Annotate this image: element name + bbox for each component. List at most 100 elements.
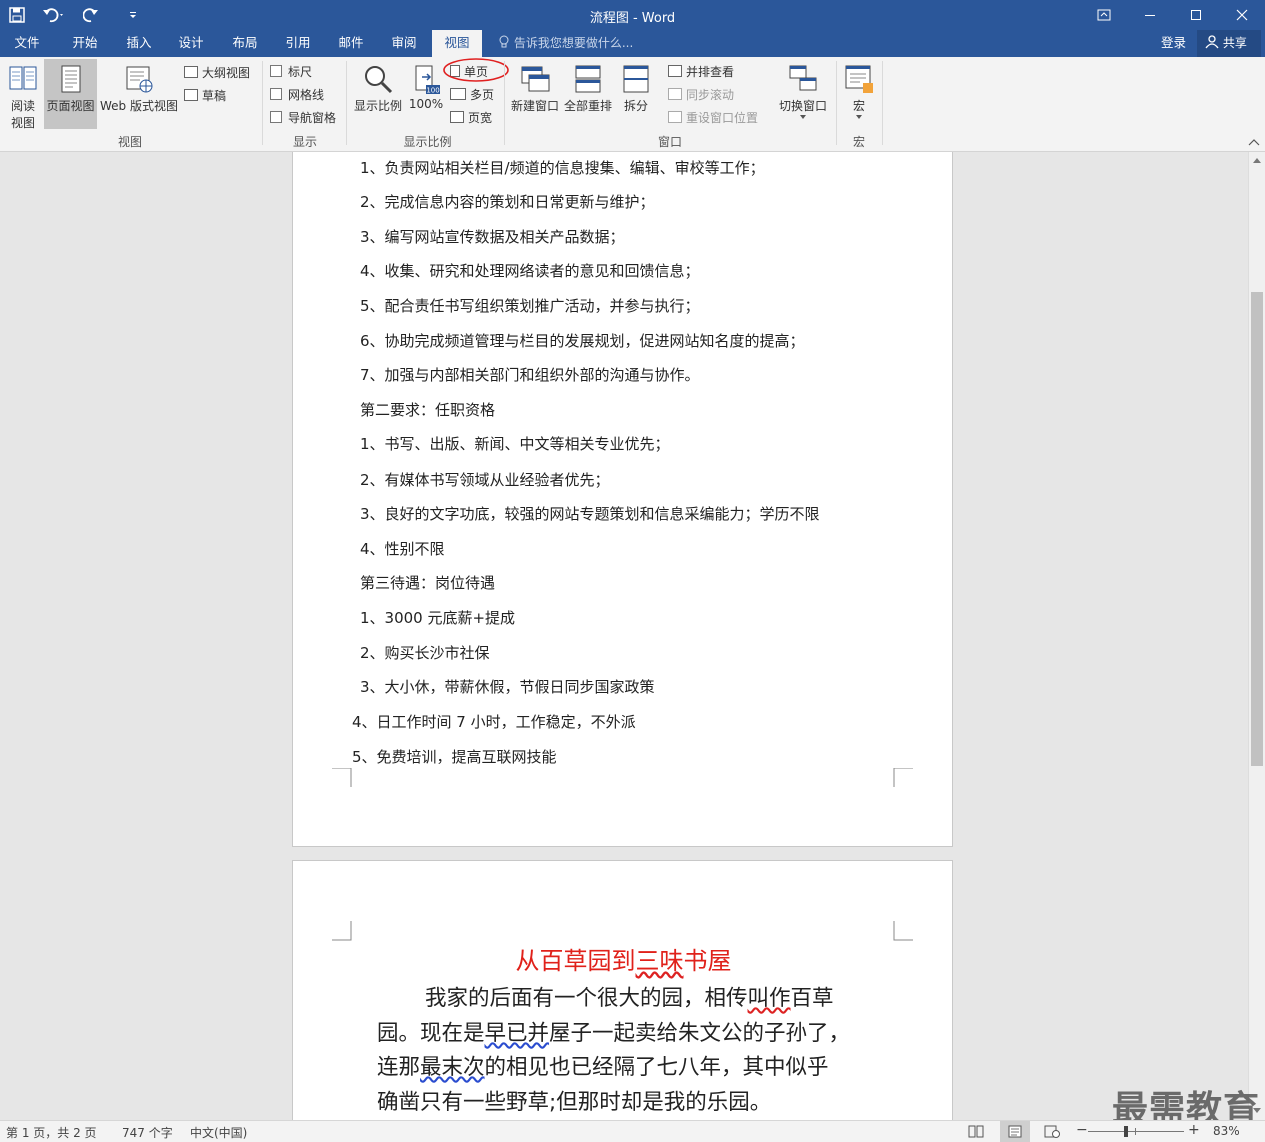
ribbon-display-button[interactable] bbox=[1081, 0, 1127, 30]
window-title: 流程图 - Word bbox=[589, 11, 676, 26]
minimize-icon bbox=[1145, 15, 1155, 16]
zoom-100-label: 100% bbox=[408, 97, 444, 111]
reset-position-label: 重设窗口位置 bbox=[686, 110, 759, 125]
body-line: 3、良好的文字功底，较强的网站专题策划和信息采编能力；学历不限 bbox=[360, 505, 820, 523]
zoom-slider[interactable] bbox=[1088, 1131, 1184, 1132]
nav-pane-checkbox[interactable]: 导航窗格 bbox=[270, 108, 336, 126]
arrange-all-button[interactable]: 全部重排 bbox=[562, 63, 614, 114]
vertical-scrollbar[interactable] bbox=[1248, 152, 1265, 1120]
close-icon bbox=[1236, 9, 1248, 21]
sync-scroll-label: 同步滚动 bbox=[686, 87, 735, 102]
sync-scroll-button[interactable]: 同步滚动 bbox=[668, 85, 734, 103]
share-label: 共享 bbox=[1222, 36, 1247, 50]
body-line: 2、有媒体书写领域从业经验者优先； bbox=[360, 471, 610, 489]
zoom-100-button[interactable]: 100 100% bbox=[406, 63, 446, 111]
page-count[interactable]: 第 1 页，共 2 页 bbox=[6, 1124, 97, 1141]
print-layout-label: 页面视图 bbox=[46, 99, 95, 113]
split-label: 拆分 bbox=[623, 99, 648, 113]
macros-button[interactable]: 宏 bbox=[842, 63, 876, 120]
person-icon bbox=[1205, 35, 1219, 49]
page-1: 1、负责网站相关栏目/频道的信息搜集、编辑、审校等工作； 2、完成信息内容的策划和… bbox=[292, 152, 953, 847]
close-button[interactable] bbox=[1219, 0, 1265, 30]
save-button[interactable] bbox=[0, 0, 34, 30]
zoom-slider-thumb[interactable] bbox=[1124, 1126, 1128, 1137]
zoom-group-label: 显示比例 bbox=[403, 135, 452, 149]
tell-me-text: 告诉我您想要做什么... bbox=[513, 36, 634, 50]
page-icon bbox=[61, 65, 80, 93]
zoom-button[interactable]: 显示比例 bbox=[352, 63, 404, 114]
reset-window-position-button[interactable]: 重设窗口位置 bbox=[668, 108, 758, 126]
tab-references[interactable]: 引用 bbox=[275, 30, 321, 57]
split-button[interactable]: 拆分 bbox=[616, 63, 656, 114]
paragraph-line: 园。现在是早已并屋子一起卖给朱文公的子孙了， bbox=[377, 1016, 850, 1047]
customize-qat-button[interactable] bbox=[108, 0, 158, 30]
tab-mailings[interactable]: 邮件 bbox=[328, 30, 374, 57]
hundred-percent-icon: 100 bbox=[415, 65, 440, 95]
chevron-down-icon bbox=[856, 115, 862, 119]
print-layout-status-button[interactable] bbox=[1000, 1121, 1030, 1142]
collapse-ribbon-button[interactable] bbox=[1248, 135, 1260, 149]
text-run-squiggle: 叫作 bbox=[747, 986, 791, 1011]
tab-insert[interactable]: 插入 bbox=[116, 30, 162, 57]
scrollbar-thumb[interactable] bbox=[1251, 292, 1263, 766]
minimize-button[interactable] bbox=[1127, 0, 1173, 30]
draft-button[interactable]: 草稿 bbox=[184, 86, 226, 104]
view-group-label: 视图 bbox=[117, 135, 142, 149]
language[interactable]: 中文(中国) bbox=[190, 1124, 247, 1141]
page-width-button[interactable]: 页宽 bbox=[450, 108, 492, 126]
crop-mark bbox=[893, 768, 913, 787]
text-run: 的相见也已经隔了七八年，其中似乎 bbox=[484, 1055, 829, 1080]
macro-group-label: 宏 bbox=[852, 135, 865, 149]
gridlines-checkbox[interactable]: 网格线 bbox=[270, 85, 324, 103]
ruler-checkbox[interactable]: 标尺 bbox=[270, 62, 312, 80]
web-layout-button[interactable]: Web 版式视图 bbox=[99, 63, 179, 114]
share-button[interactable]: 共享 bbox=[1197, 30, 1261, 57]
scroll-up-icon[interactable] bbox=[1252, 156, 1262, 164]
switch-windows-button[interactable]: 切换窗口 bbox=[776, 63, 830, 120]
tab-home[interactable]: 开始 bbox=[62, 30, 108, 57]
web-page-icon bbox=[126, 66, 153, 93]
body-line: 7、加强与内部相关部门和组织外部的沟通与协作。 bbox=[360, 366, 700, 384]
status-bar: 第 1 页，共 2 页 747 个字 中文(中国) − + 83% bbox=[0, 1120, 1265, 1142]
window-group-label: 窗口 bbox=[657, 135, 682, 149]
tab-design[interactable]: 设计 bbox=[168, 30, 214, 57]
print-layout-button[interactable]: 页面视图 bbox=[44, 59, 97, 129]
tab-review[interactable]: 审阅 bbox=[381, 30, 427, 57]
multiple-pages-button[interactable]: 多页 bbox=[450, 85, 494, 103]
zoom-out-button[interactable]: − bbox=[1076, 1122, 1088, 1138]
tell-me-box[interactable]: 告诉我您想要做什么... bbox=[498, 30, 633, 57]
outline-icon bbox=[184, 66, 198, 78]
zoom-level[interactable]: 83% bbox=[1213, 1124, 1240, 1138]
zoom-in-button[interactable]: + bbox=[1188, 1122, 1200, 1138]
undo-button[interactable] bbox=[34, 0, 74, 30]
tab-file[interactable]: 文件 bbox=[4, 30, 50, 57]
outline-button[interactable]: 大纲视图 bbox=[184, 63, 250, 81]
maximize-button[interactable] bbox=[1173, 0, 1219, 30]
page-width-icon bbox=[450, 111, 464, 123]
heading-part-squiggle: 三味 bbox=[635, 947, 684, 975]
sign-in-link[interactable]: 登录 bbox=[1161, 30, 1186, 56]
tab-layout[interactable]: 布局 bbox=[222, 30, 268, 57]
undo-icon bbox=[43, 8, 63, 23]
tab-view[interactable]: 视图 bbox=[432, 30, 482, 57]
paragraph-line: 确凿只有一些野草;但那时却是我的乐园。 bbox=[377, 1090, 772, 1115]
read-mode-button[interactable]: 阅读 视图 bbox=[4, 63, 42, 131]
ribbon-display-icon bbox=[1097, 9, 1111, 21]
text-run: 园。现在是 bbox=[377, 1021, 485, 1046]
body-line: 5、免费培训，提高互联网技能 bbox=[352, 748, 557, 766]
web-layout-icon[interactable] bbox=[1044, 1125, 1060, 1138]
gridlines-label: 网格线 bbox=[288, 87, 325, 102]
new-window-icon bbox=[521, 66, 550, 92]
web-layout-label: Web 版式视图 bbox=[100, 99, 178, 113]
body-line: 第二要求：任职资格 bbox=[360, 401, 496, 419]
redo-button[interactable] bbox=[74, 0, 108, 30]
body-line: 第三待遇：岗位待遇 bbox=[360, 574, 496, 592]
checkbox-icon bbox=[270, 111, 282, 123]
read-mode-icon[interactable] bbox=[968, 1125, 984, 1138]
side-by-side-button[interactable]: 并排查看 bbox=[668, 62, 734, 80]
show-group-label: 显示 bbox=[292, 135, 317, 149]
word-count[interactable]: 747 个字 bbox=[122, 1124, 173, 1141]
new-window-button[interactable]: 新建窗口 bbox=[510, 63, 560, 114]
document-canvas[interactable]: 1、负责网站相关栏目/频道的信息搜集、编辑、审校等工作； 2、完成信息内容的策划和… bbox=[0, 152, 1248, 1120]
outline-label: 大纲视图 bbox=[202, 65, 251, 80]
